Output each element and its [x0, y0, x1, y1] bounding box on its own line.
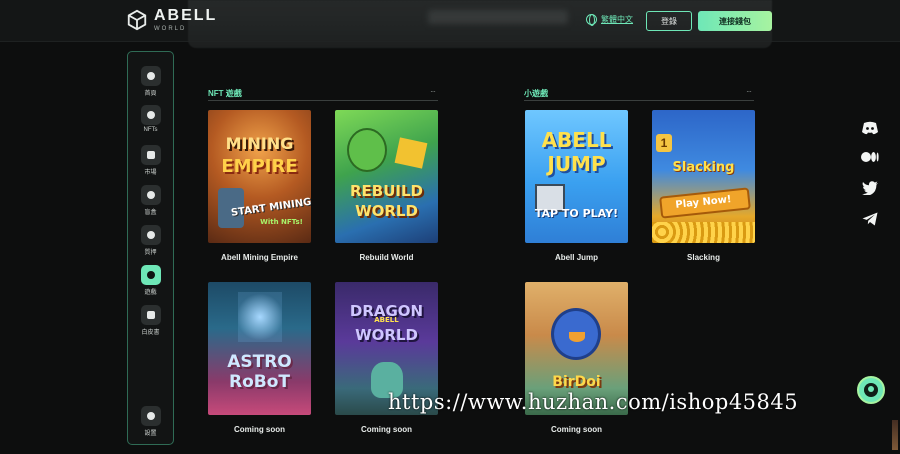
avatar-icon: [864, 383, 878, 397]
sidebar-item-whitepaper[interactable]: 白皮書: [128, 305, 173, 336]
voxel-block: [394, 137, 428, 169]
game-name: Abell Jump: [554, 253, 599, 262]
top-header: ABELL WORLD 繁體中文 登錄 連接錢包: [0, 0, 900, 48]
game-name: Slacking: [687, 253, 720, 262]
cover-title: BirDoi: [552, 374, 601, 390]
sidebar-item-label: 首頁: [144, 91, 157, 97]
gold-coins: [652, 222, 755, 243]
cover-subtitle: EMPIRE: [221, 156, 298, 177]
sidebar-item-nfts[interactable]: NFTs: [128, 105, 173, 133]
rank-badge: 1: [656, 134, 672, 152]
sidebar-item-label: 遊戲: [144, 290, 157, 296]
game-cover-mining-empire: MINING EMPIRE START MINING! With NFTs!: [208, 110, 311, 243]
twitter-icon[interactable]: [860, 180, 880, 196]
home-icon: [140, 66, 161, 86]
blindbox-icon: [140, 185, 161, 205]
nft-icon: [140, 105, 161, 125]
medium-icon[interactable]: [860, 149, 880, 165]
cover-title: ABELL: [541, 128, 612, 152]
logo-subtitle: WORLD: [154, 26, 187, 32]
cover-tagline: With NFTs!: [260, 218, 303, 226]
sidebar-item-label: NFTs: [143, 127, 158, 133]
sidebar-item-label: 質押: [144, 250, 157, 256]
globe-icon: [586, 14, 597, 26]
cover-subtitle: JUMP: [547, 152, 606, 176]
bird-beak: [569, 332, 585, 342]
sidebar-item-games[interactable]: 遊戲: [128, 265, 173, 296]
game-cover-abell-jump: ABELL JUMP TAP TO PLAY!: [525, 110, 628, 243]
telegram-icon[interactable]: [860, 211, 880, 227]
gear-icon: [140, 406, 161, 426]
market-icon: [140, 145, 161, 165]
glow-shape: [238, 292, 282, 342]
abell-world-logo[interactable]: ABELL WORLD: [126, 8, 217, 32]
sidebar-item-stake[interactable]: 質押: [128, 225, 173, 256]
language-switcher[interactable]: 繁體中文: [586, 14, 633, 26]
mini-games-title: 小遊戲: [524, 89, 548, 98]
game-icon: [140, 265, 161, 285]
game-cover-slacking: 1 Slacking Play Now!: [652, 110, 755, 243]
abell-cube-icon: [127, 9, 147, 31]
support-chat-button[interactable]: [857, 376, 885, 404]
connect-wallet-button[interactable]: 連接錢包: [698, 11, 772, 31]
game-cover-rebuild-world: REBUILD WORLD: [335, 110, 438, 243]
watermark-text: https://www.huzhan.com/ishop45845: [388, 390, 799, 414]
cover-subtitle: WORLD: [355, 202, 418, 220]
game-name: Abell Mining Empire: [221, 253, 298, 262]
game-card-mining-empire[interactable]: MINING EMPIRE START MINING! With NFTs! A…: [208, 110, 311, 262]
sidebar-item-home[interactable]: 首頁: [128, 66, 173, 97]
cover-title: MINING: [225, 134, 294, 153]
cover-title: Slacking: [672, 160, 735, 175]
game-name: Rebuild World: [359, 253, 414, 262]
game-card-abell-jump[interactable]: ABELL JUMP TAP TO PLAY! Abell Jump: [525, 110, 628, 262]
game-card-astro-robot[interactable]: ASTRO RoBoT Coming soon: [208, 282, 311, 434]
cover-title: ASTRO: [227, 352, 292, 372]
cover-badge: ABELL: [374, 316, 399, 324]
game-name: Coming soon: [360, 425, 413, 434]
cover-subtitle: RoBoT: [228, 372, 290, 392]
cover-title: REBUILD: [349, 182, 423, 200]
game-card-slacking[interactable]: 1 Slacking Play Now! Slacking: [652, 110, 755, 262]
sidebar-item-market[interactable]: 市場: [128, 145, 173, 176]
discord-icon[interactable]: [860, 120, 880, 136]
sidebar-item-label: 設置: [144, 431, 157, 437]
sidebar-item-settings[interactable]: 設置: [128, 406, 173, 437]
logo-name: ABELL: [154, 7, 218, 24]
whitepaper-icon: [140, 305, 161, 325]
stake-icon: [140, 225, 161, 245]
game-cover-astro-robot: ASTRO RoBoT: [208, 282, 311, 415]
section-divider: [208, 100, 438, 101]
sidebar-nav: 首頁 NFTs 市場 盲盒 質押 遊戲 白皮書 設置: [127, 51, 174, 445]
game-card-rebuild-world[interactable]: REBUILD WORLD Rebuild World: [335, 110, 438, 262]
nft-games-title: NFT 遊戲: [208, 89, 242, 98]
nft-games-more-button[interactable]: ···: [430, 87, 436, 96]
login-button[interactable]: 登錄: [646, 11, 692, 31]
section-divider: [524, 100, 754, 101]
game-name: Coming soon: [233, 425, 286, 434]
game-name: Coming soon: [550, 425, 603, 434]
cactus-character: [347, 128, 387, 172]
edge-decoration: [892, 420, 898, 450]
sidebar-item-blindbox[interactable]: 盲盒: [128, 185, 173, 216]
cover-subtitle: WORLD: [355, 326, 418, 344]
sidebar-item-label: 白皮書: [141, 330, 160, 336]
sidebar-item-label: 市場: [144, 170, 157, 176]
sidebar-item-label: 盲盒: [144, 210, 157, 216]
blurred-text: [428, 10, 568, 24]
cover-cta: TAP TO PLAY!: [534, 207, 619, 220]
language-label: 繁體中文: [601, 15, 633, 24]
mini-games-more-button[interactable]: ···: [746, 87, 752, 96]
